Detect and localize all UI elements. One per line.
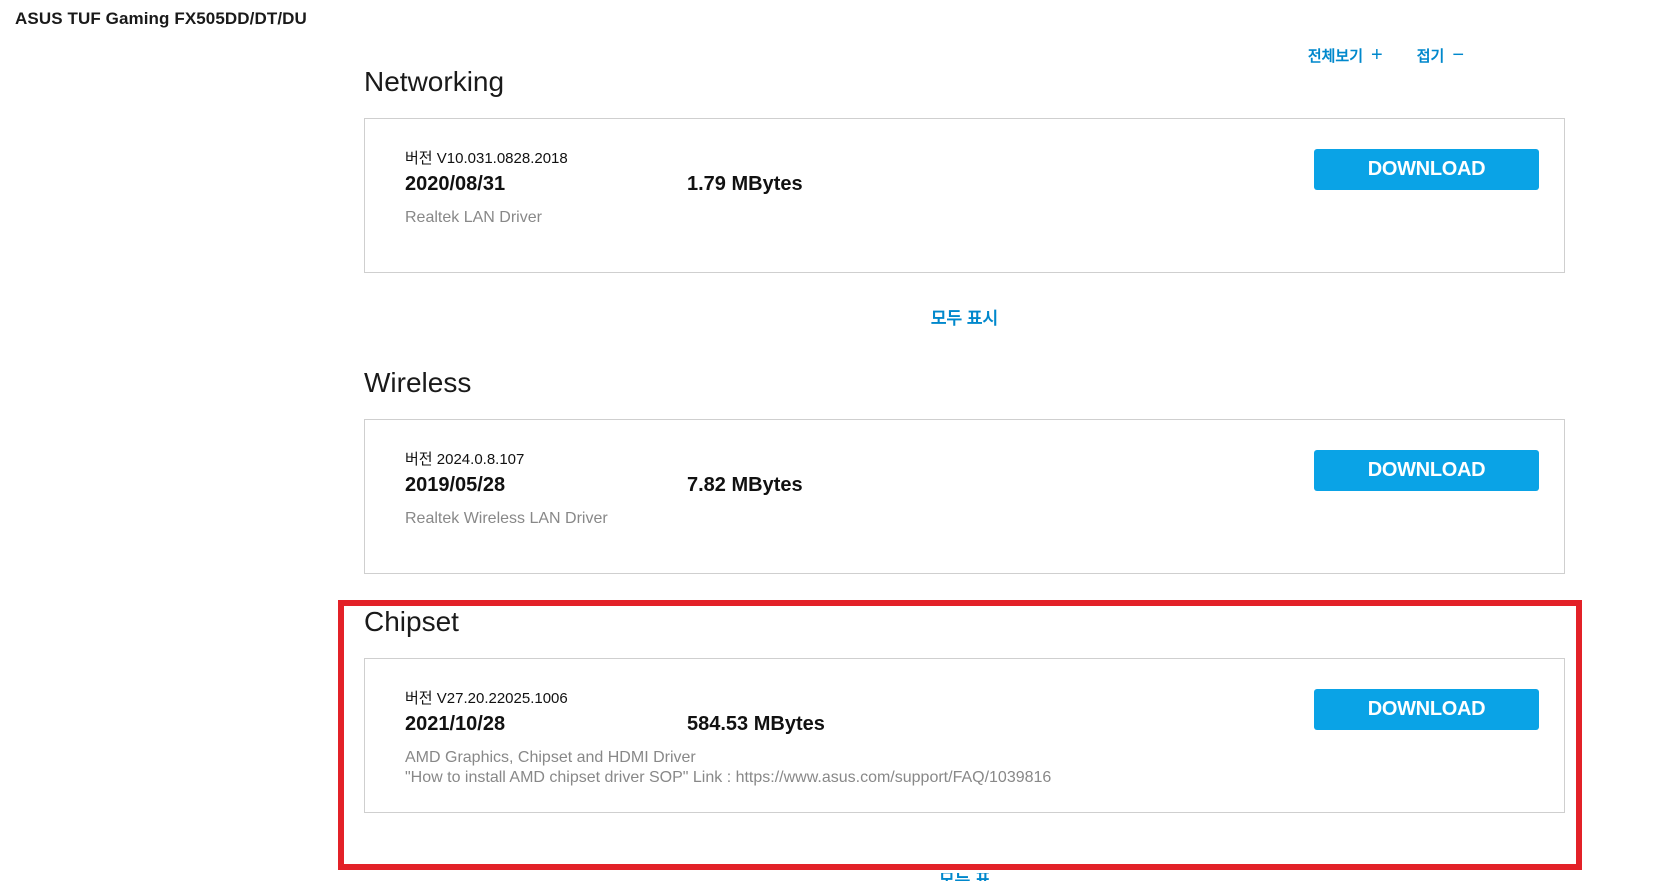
section-heading-wireless: Wireless [364, 367, 472, 398]
version-prefix: 버전 [405, 690, 433, 707]
driver-card-networking: 버전 V10.031.0828.2018 2020/08/31 1.79 MBy… [364, 118, 1565, 273]
product-title: ASUS TUF Gaming FX505DD/DT/DU [15, 9, 307, 28]
version-number: 2024.0.8.107 [436, 451, 525, 468]
driver-date: 2019/05/28 [405, 474, 506, 496]
download-button[interactable]: DOWNLOAD [1314, 689, 1539, 730]
show-all-link[interactable]: 모두 표시 [0, 304, 1659, 329]
collapse-all-button[interactable]: 접기 − [1417, 46, 1464, 70]
show-all-label: 모두 표시 [939, 873, 999, 881]
driver-version: 버전 V27.20.22025.1006 [405, 687, 568, 708]
section-heading-networking: Networking [364, 66, 505, 97]
show-all-link-chipset[interactable]: 모두 표시 [939, 873, 999, 881]
driver-description: AMD Graphics, Chipset and HDMI Driver [405, 749, 696, 766]
driver-size: 584.53 MBytes [687, 713, 825, 735]
driver-size: 1.79 MBytes [687, 173, 803, 195]
driver-size: 7.82 MBytes [687, 474, 803, 496]
collapse-all-label: 접기 [1416, 47, 1445, 65]
version-prefix: 버전 [405, 451, 433, 468]
expand-all-button[interactable]: 전체보기 + [1308, 46, 1383, 70]
plus-icon: + [1371, 46, 1383, 66]
view-controls: 전체보기 + 접기 − [1308, 46, 1464, 70]
driver-date: 2021/10/28 [405, 713, 506, 735]
driver-card-wireless: 버전 2024.0.8.107 2019/05/28 7.82 MBytes R… [364, 419, 1565, 574]
minus-icon: − [1452, 46, 1464, 66]
driver-card-chipset: 버전 V27.20.22025.1006 2021/10/28 584.53 M… [364, 658, 1565, 813]
driver-description: Realtek Wireless LAN Driver [405, 510, 608, 527]
driver-version: 버전 V10.031.0828.2018 [405, 147, 568, 168]
version-number: V27.20.22025.1006 [436, 690, 568, 707]
version-number: V10.031.0828.2018 [436, 150, 568, 167]
driver-description-link-note: "How to install AMD chipset driver SOP" … [405, 769, 1052, 786]
download-button[interactable]: DOWNLOAD [1314, 149, 1539, 190]
driver-date: 2020/08/31 [405, 173, 506, 195]
section-heading-chipset: Chipset [364, 606, 459, 637]
driver-description: Realtek LAN Driver [405, 209, 542, 226]
driver-version: 버전 2024.0.8.107 [405, 448, 524, 469]
download-button[interactable]: DOWNLOAD [1314, 450, 1539, 491]
expand-all-label: 전체보기 [1307, 47, 1364, 65]
version-prefix: 버전 [405, 150, 433, 167]
